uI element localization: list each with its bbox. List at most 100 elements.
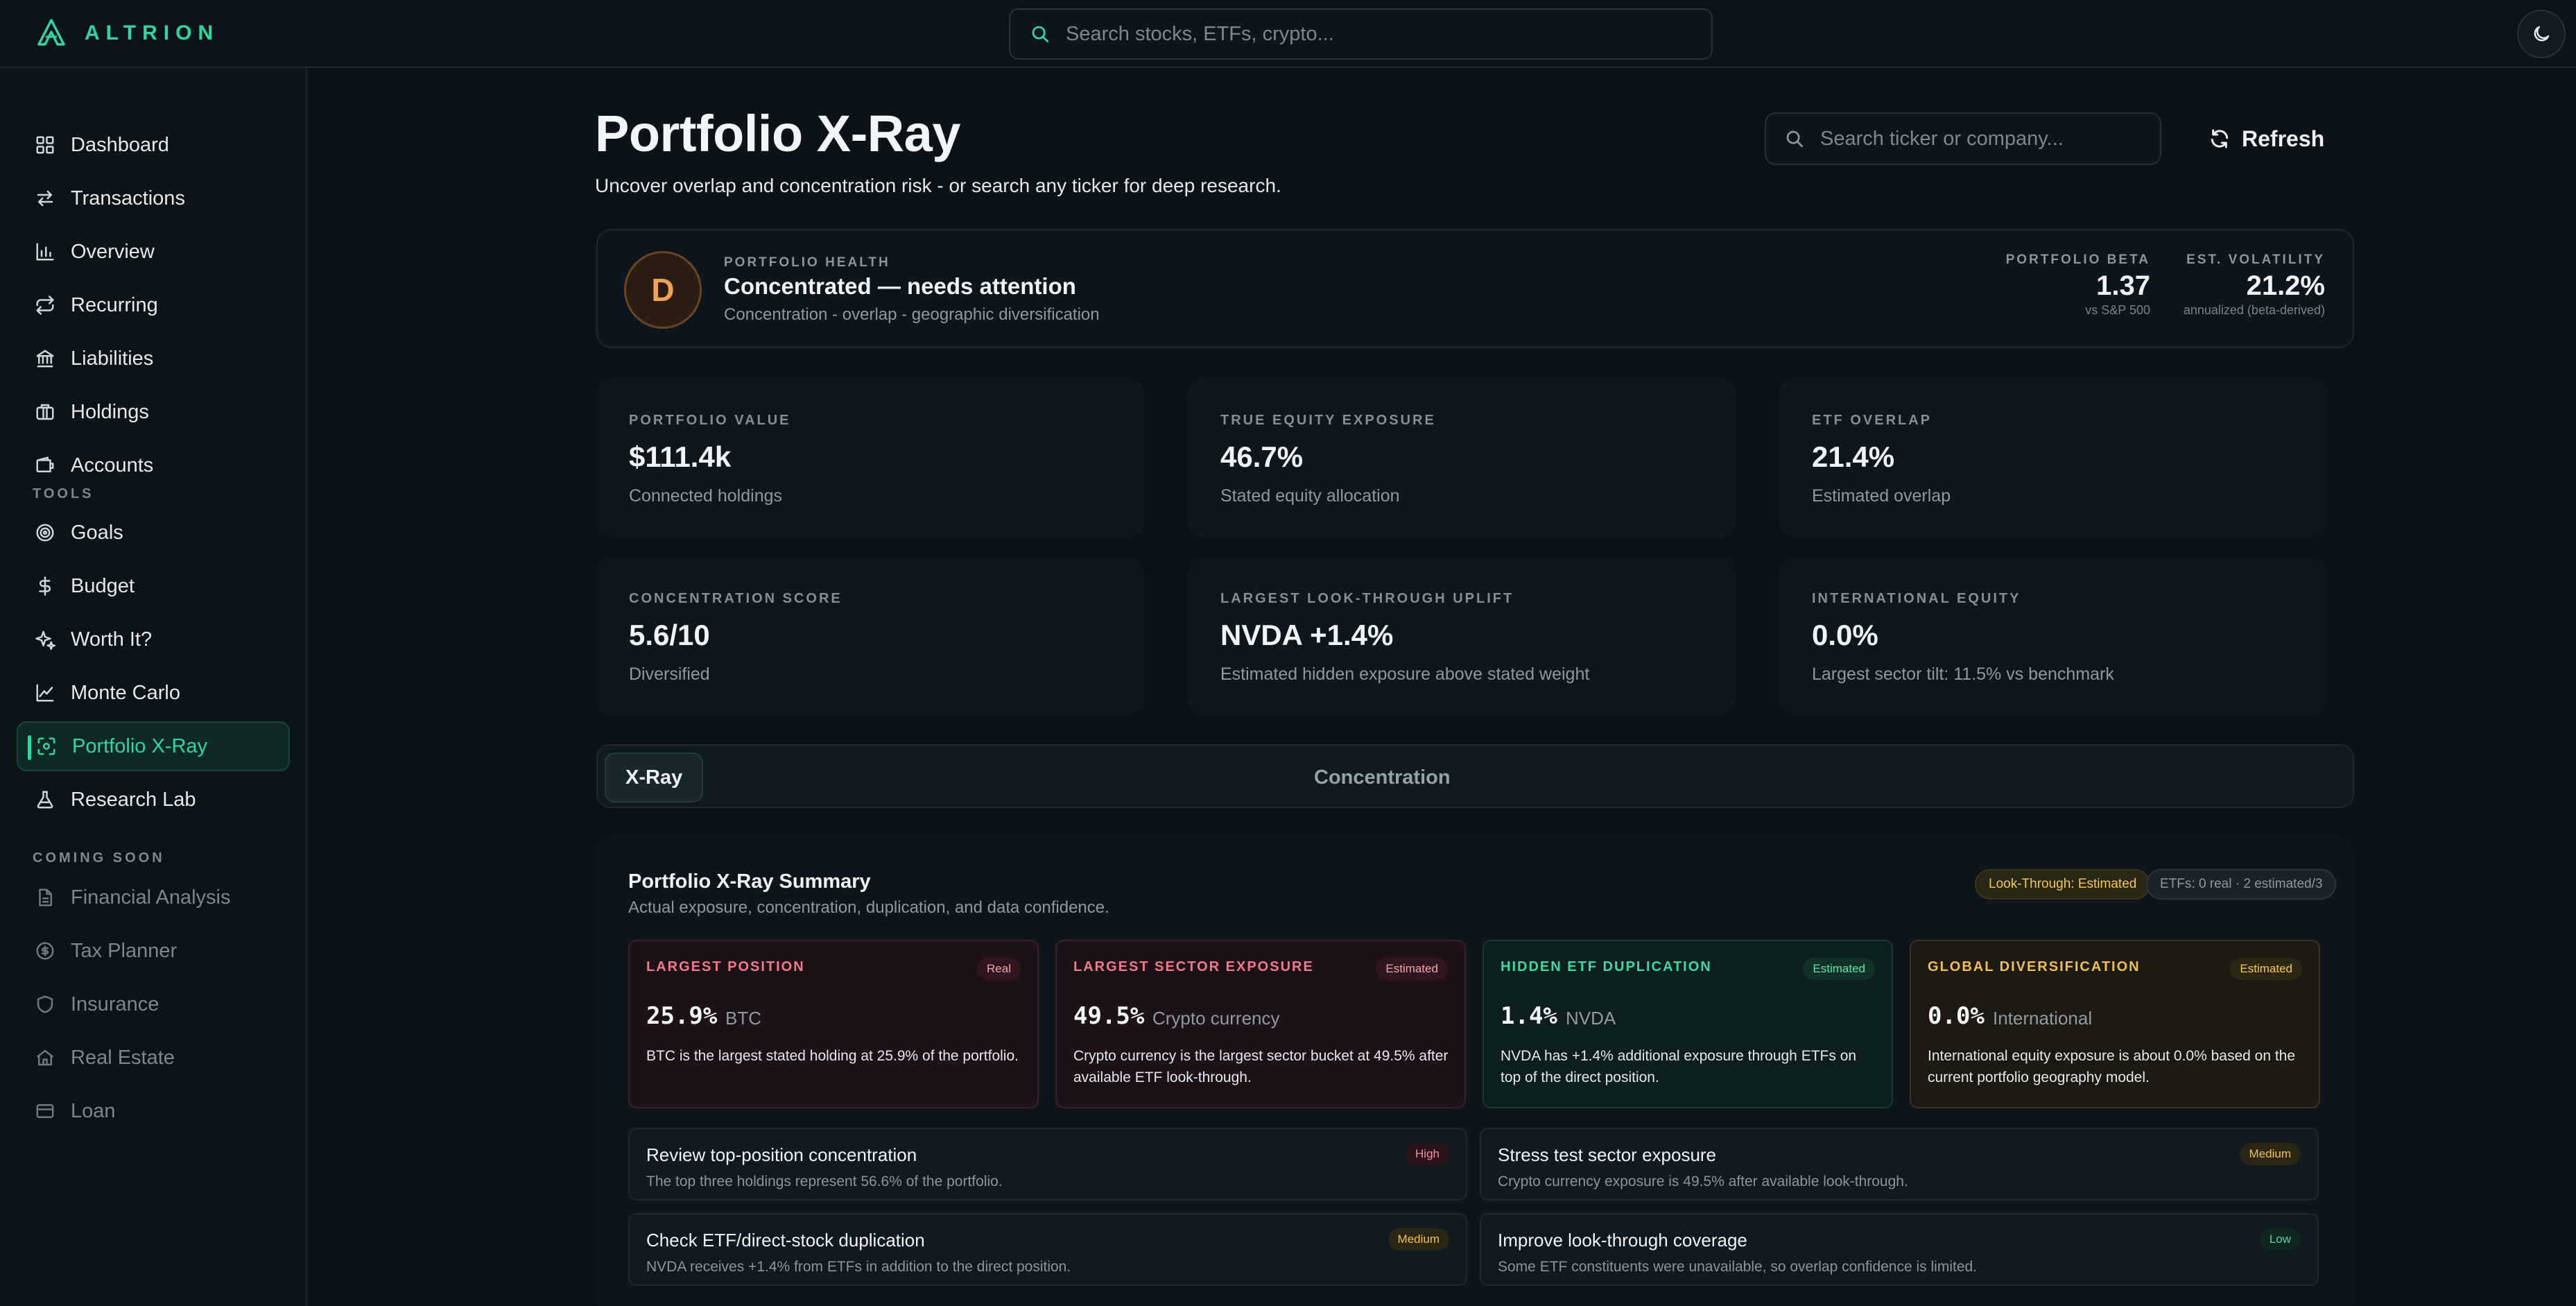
sidebar-item-financial-analysis[interactable]: Financial Analysis <box>17 873 290 922</box>
line-chart-icon <box>36 684 54 702</box>
action-title: Review top-position concentration <box>646 1144 917 1165</box>
action-item-stress-test[interactable]: Stress test sector exposure Crypto curre… <box>1480 1128 2319 1201</box>
action-title: Check ETF/direct-stock duplication <box>646 1230 925 1251</box>
stat-card-international-equity: INTERNATIONAL EQUITY 0.0% Largest sector… <box>1779 556 2327 716</box>
sidebar-item-label: Overview <box>71 240 155 263</box>
sidebar-item-recurring[interactable]: Recurring <box>17 280 290 330</box>
health-eyebrow: PORTFOLIO HEALTH <box>724 255 890 270</box>
insight-value: 25.9% <box>646 1002 718 1030</box>
action-description: Some ETF constituents were unavailable, … <box>1498 1259 1978 1275</box>
insight-label: LARGEST POSITION <box>646 959 805 974</box>
action-description: Crypto currency exposure is 49.5% after … <box>1498 1174 1908 1189</box>
stat-label: CONCENTRATION SCORE <box>629 591 842 606</box>
stat-value: 0.0% <box>1812 619 1878 651</box>
sidebar-section-coming-soon: COMING SOON <box>33 850 165 866</box>
volatility-sub: annualized (beta-derived) <box>2183 303 2325 317</box>
health-grade-badge: D <box>624 251 702 329</box>
stat-sub: Estimated overlap <box>1812 486 1951 506</box>
action-item-improve-coverage[interactable]: Improve look-through coverage Some ETF c… <box>1480 1213 2319 1286</box>
stat-label: LARGEST LOOK-THROUGH UPLIFT <box>1220 591 1514 606</box>
theme-toggle-button[interactable] <box>2517 10 2566 58</box>
action-item-review-concentration[interactable]: Review top-position concentration The to… <box>628 1128 1467 1201</box>
sidebar-item-goals[interactable]: Goals <box>17 508 290 558</box>
sidebar-item-worth-it[interactable]: Worth It? <box>17 615 290 664</box>
tab-x-ray[interactable]: X-Ray <box>605 753 704 802</box>
insight-body: International equity exposure is about 0… <box>1928 1048 2296 1085</box>
sparkle-icon <box>35 630 55 650</box>
brand[interactable]: ALTRION <box>36 18 219 49</box>
sidebar-item-real-estate[interactable]: Real Estate <box>17 1033 290 1083</box>
action-description: NVDA receives +1.4% from ETFs in additio… <box>646 1259 1071 1275</box>
page-title: Portfolio X-Ray <box>595 105 960 162</box>
insight-value: 49.5% <box>1073 1002 1145 1030</box>
sidebar-item-label: Tax Planner <box>71 939 178 962</box>
insight-badge: Real <box>977 958 1021 980</box>
sidebar-item-transactions[interactable]: Transactions <box>17 173 290 223</box>
stat-label: ETF OVERLAP <box>1812 413 1933 428</box>
insight-body: NVDA has +1.4% additional exposure throu… <box>1501 1048 1857 1085</box>
sidebar-item-label: Research Lab <box>71 788 196 811</box>
dollar-icon <box>39 576 51 596</box>
sidebar-item-label: Portfolio X-Ray <box>72 734 208 757</box>
insight-card-hidden-etf-duplication: HIDDEN ETF DUPLICATION Estimated 1.4% NV… <box>1483 940 1893 1108</box>
sidebar-item-overview[interactable]: Overview <box>17 227 290 277</box>
beta-label: PORTFOLIO BETA <box>2005 252 2150 267</box>
stat-value: 5.6/10 <box>629 619 710 651</box>
repeat-icon <box>36 295 54 315</box>
global-search[interactable] <box>1009 8 1713 60</box>
stat-sub: Estimated hidden exposure above stated w… <box>1220 664 1590 684</box>
sidebar-item-portfolio-x-ray[interactable]: Portfolio X-Ray <box>17 721 290 771</box>
portfolio-beta: PORTFOLIO BETA 1.37 vs S&P 500 <box>2006 252 2150 318</box>
card-icon <box>36 1104 54 1118</box>
sidebar-item-loan[interactable]: Loan <box>17 1086 290 1136</box>
refresh-button[interactable]: Refresh <box>2195 112 2333 165</box>
insight-card-largest-position: LARGEST POSITION Real 25.9% BTC BTC is t… <box>628 940 1039 1108</box>
global-search-input[interactable] <box>1066 22 1676 46</box>
summary-description: Actual exposure, concentration, duplicat… <box>628 898 1109 917</box>
insight-label: HIDDEN ETF DUPLICATION <box>1501 959 1712 974</box>
sidebar-item-holdings[interactable]: Holdings <box>17 387 290 437</box>
sidebar-item-label: Holdings <box>71 400 149 423</box>
arrows-icon <box>37 190 53 207</box>
sidebar-item-label: Dashboard <box>71 133 169 156</box>
view-tabs: X-Ray Concentration <box>596 744 2354 808</box>
action-description: The top three holdings represent 56.6% o… <box>646 1174 1003 1189</box>
ticker-search[interactable] <box>1765 112 2161 165</box>
sidebar-item-label: Worth It? <box>71 628 153 651</box>
x-ray-summary-panel: Portfolio X-Ray Summary Actual exposure,… <box>596 836 2354 1306</box>
action-title: Stress test sector exposure <box>1498 1144 1717 1165</box>
sidebar-item-tax-planner[interactable]: Tax Planner <box>17 926 290 976</box>
sidebar-item-budget[interactable]: Budget <box>17 561 290 611</box>
coin-icon <box>36 942 54 960</box>
insight-unit: NVDA <box>1566 1008 1616 1029</box>
page-subtitle: Uncover overlap and concentration risk -… <box>595 175 1281 196</box>
refresh-icon <box>2211 129 2229 148</box>
insight-label: GLOBAL DIVERSIFICATION <box>1928 959 2141 974</box>
sidebar-item-label: Monte Carlo <box>71 681 180 704</box>
stat-sub: Stated equity allocation <box>1220 486 1400 506</box>
sidebar-item-liabilities[interactable]: Liabilities <box>17 334 290 384</box>
stat-value: 46.7% <box>1220 440 1304 473</box>
insight-value: 1.4% <box>1501 1002 1557 1030</box>
sidebar-item-label: Recurring <box>71 293 158 316</box>
sidebar-item-insurance[interactable]: Insurance <box>17 979 290 1029</box>
stat-sub: Largest sector tilt: 11.5% vs benchmark <box>1812 664 2114 684</box>
sidebar-item-dashboard[interactable]: Dashboard <box>17 120 290 170</box>
est-volatility: EST. VOLATILITY 21.2% annualized (beta-d… <box>2184 252 2325 318</box>
sidebar-item-monte-carlo[interactable]: Monte Carlo <box>17 668 290 718</box>
sidebar-item-accounts[interactable]: Accounts <box>17 440 290 490</box>
flask-icon <box>37 791 53 809</box>
sidebar-item-label: Transactions <box>71 187 185 209</box>
ticker-search-input[interactable] <box>1820 127 2146 151</box>
stat-label: PORTFOLIO VALUE <box>629 413 791 428</box>
search-icon <box>1032 26 1048 42</box>
action-item-check-duplication[interactable]: Check ETF/direct-stock duplication NVDA … <box>628 1213 1467 1286</box>
top-bar: ALTRION <box>0 0 2576 68</box>
grid-icon <box>36 136 54 154</box>
priority-badge: Medium <box>1388 1228 1449 1251</box>
stat-sub: Diversified <box>629 664 710 684</box>
sidebar-item-research-lab[interactable]: Research Lab <box>17 775 290 825</box>
tab-concentration[interactable]: Concentration <box>1295 753 1470 802</box>
scan-icon <box>37 737 55 755</box>
briefcase-icon <box>36 404 54 420</box>
